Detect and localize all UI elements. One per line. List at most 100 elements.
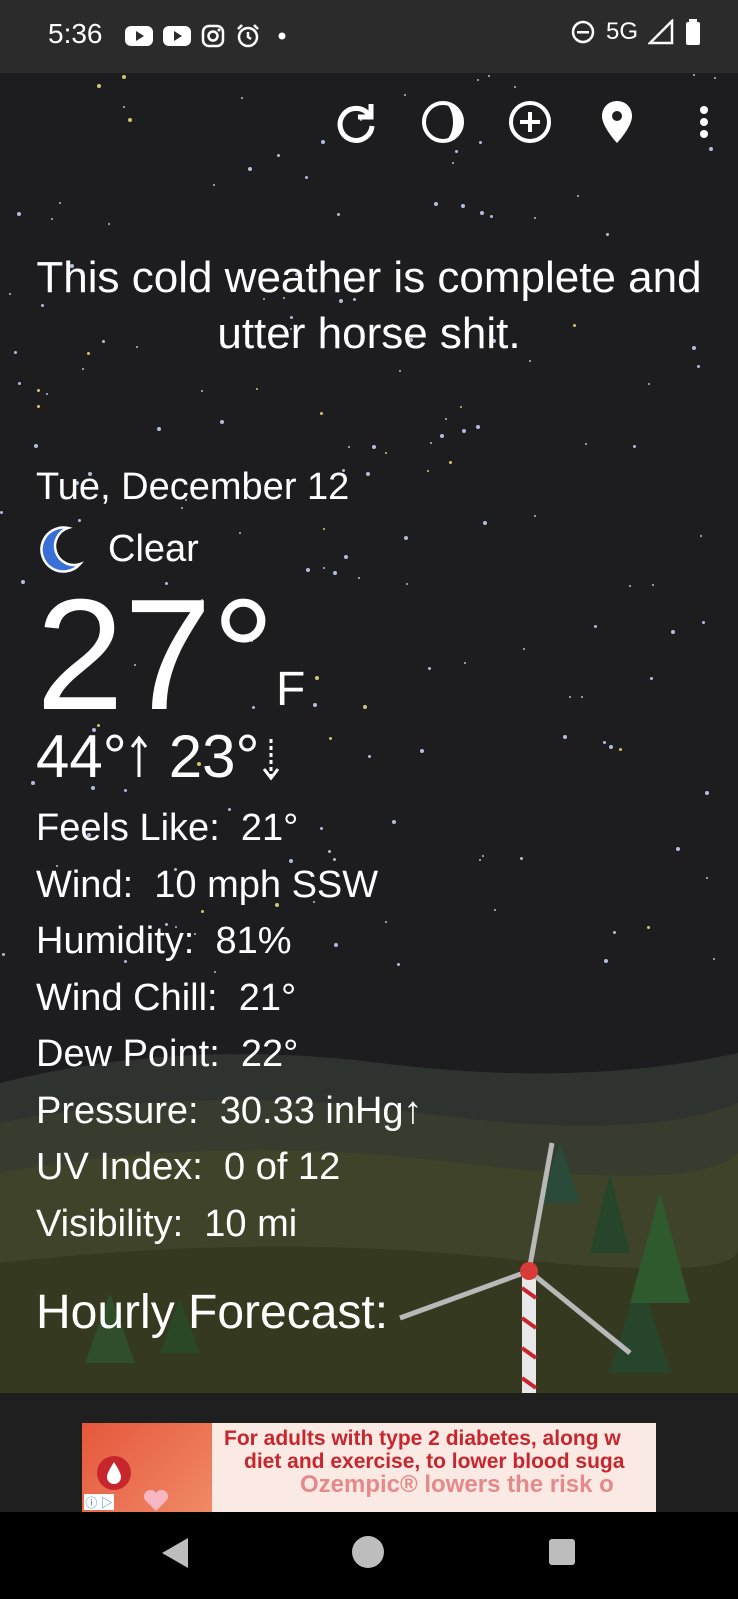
notification-icons [124, 22, 294, 50]
star [427, 470, 429, 472]
status-time: 5:36 [48, 18, 103, 49]
star [480, 211, 484, 215]
star [445, 418, 447, 420]
star [34, 444, 38, 448]
star [477, 79, 479, 81]
ad-banner[interactable]: ⓘ ▷ For adults with type 2 diabetes, alo… [82, 1423, 656, 1512]
refresh-icon [337, 104, 375, 143]
star [123, 106, 125, 108]
star [277, 154, 280, 157]
heart-icon [143, 1489, 169, 1511]
star [404, 536, 408, 540]
instagram-icon [201, 24, 225, 48]
ad-brand-line: Ozempic® lowers the risk o [300, 1471, 614, 1498]
star [313, 703, 317, 707]
star [220, 420, 224, 424]
detail-pressure: Pressure: 30.33 inHg↑ [36, 1089, 423, 1132]
star [31, 781, 35, 785]
star [606, 233, 609, 236]
star [452, 162, 454, 164]
moon-phase-icon [422, 101, 464, 143]
star [633, 445, 636, 448]
star [337, 213, 340, 216]
star [37, 389, 40, 392]
star [368, 755, 371, 758]
location-button[interactable] [591, 96, 643, 148]
overflow-menu-button[interactable] [678, 96, 730, 148]
star [329, 737, 332, 740]
high-temp: 44° [36, 723, 127, 790]
detail-feels-like: Feels Like: 21° [36, 807, 299, 849]
star [581, 696, 583, 698]
star [488, 75, 490, 77]
star [483, 521, 487, 525]
star [305, 176, 308, 179]
star [714, 77, 716, 79]
star [256, 388, 258, 390]
battery-icon [686, 19, 700, 45]
star [594, 625, 597, 628]
current-temperature: 27° [36, 567, 275, 743]
star [705, 791, 709, 795]
star [671, 630, 675, 634]
star [604, 959, 608, 963]
star [455, 150, 458, 153]
weather-details: Feels Like: 21° Wind: 10 mph SSW Humidit… [36, 800, 423, 1252]
star [404, 94, 406, 96]
star [157, 427, 161, 431]
top-toolbar [330, 97, 730, 147]
condition-label: Clear [108, 527, 199, 570]
ad-headline: For adults with type 2 diabetes, along w… [224, 1427, 625, 1473]
star [514, 86, 516, 88]
star [476, 425, 480, 429]
star [128, 118, 132, 122]
moon-phase-button[interactable] [417, 96, 469, 148]
ad-choices-icon[interactable]: ⓘ ▷ [84, 1494, 114, 1510]
system-icons: 5G [570, 18, 702, 46]
home-button[interactable] [350, 1534, 386, 1570]
star [520, 857, 523, 860]
star [323, 567, 325, 569]
star [323, 528, 325, 530]
star [647, 926, 650, 929]
star [697, 365, 700, 368]
hourly-forecast-heading: Hourly Forecast: [36, 1286, 389, 1339]
star [534, 515, 536, 517]
detail-dew-point: Dew Point: 22° [36, 1033, 299, 1075]
star [2, 953, 5, 956]
star [333, 571, 337, 575]
star [37, 405, 40, 408]
star [108, 223, 110, 225]
star [440, 434, 444, 438]
youtube-icon [125, 26, 153, 46]
detail-uv-index: UV Index: 0 of 12 [36, 1146, 341, 1188]
star [315, 676, 319, 680]
do-not-disturb-icon [571, 20, 595, 44]
star [122, 75, 126, 79]
star [577, 195, 579, 197]
add-location-button[interactable] [504, 96, 556, 148]
recents-button[interactable] [548, 1538, 576, 1566]
star [9, 293, 11, 295]
add-location-icon [509, 101, 551, 143]
temperature-unit: F [276, 663, 306, 716]
star [523, 648, 525, 650]
star [385, 452, 387, 454]
star [629, 585, 631, 587]
star [213, 184, 215, 186]
star [609, 745, 613, 749]
star [693, 74, 695, 76]
star [613, 931, 616, 934]
star [406, 583, 408, 585]
youtube-icon [163, 26, 191, 46]
star [239, 532, 241, 534]
star [320, 412, 323, 415]
refresh-button[interactable] [330, 96, 382, 148]
star [449, 461, 452, 464]
status-bar: 5:36 5G [0, 0, 738, 73]
detail-humidity: Humidity: 81% [36, 920, 292, 962]
back-button[interactable] [160, 1536, 190, 1570]
dot-icon [278, 32, 286, 40]
low-temp: 23° [168, 723, 260, 790]
star [676, 847, 680, 851]
